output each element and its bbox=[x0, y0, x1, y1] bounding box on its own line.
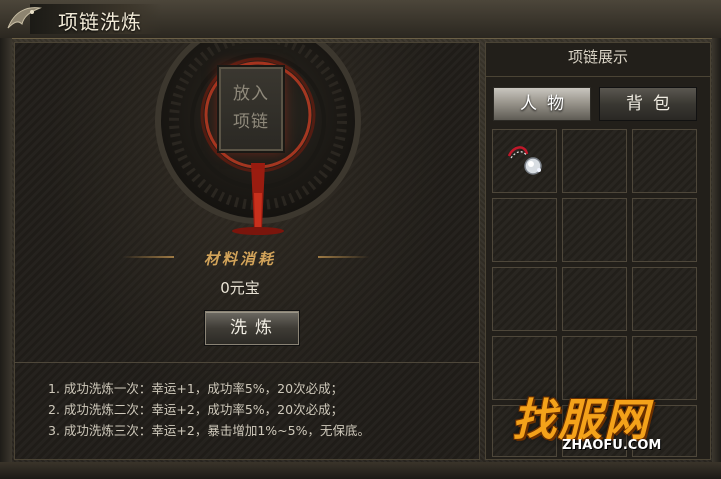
display-title: 项链展示 bbox=[567, 48, 628, 66]
refine-button[interactable]: 洗炼 bbox=[205, 311, 299, 345]
cost-value: 0元宝 bbox=[220, 279, 260, 297]
inventory-slot[interactable] bbox=[492, 129, 557, 193]
inventory-slot[interactable] bbox=[492, 198, 557, 262]
inventory-slot[interactable] bbox=[632, 267, 697, 331]
rule-item: 2. 成功洗炼二次：幸运+2，成功率5%，20次必成； bbox=[48, 402, 344, 417]
watermark-sub-text: ZHAOFU.COM bbox=[562, 438, 662, 453]
slot-text-line1: 放入 bbox=[233, 84, 269, 104]
display-title-divider bbox=[486, 76, 710, 77]
inventory-slot[interactable] bbox=[632, 198, 697, 262]
rule-item: 1. 成功洗炼一次：幸运+1，成功率5%，20次必成； bbox=[48, 381, 344, 396]
inventory-slot[interactable] bbox=[632, 129, 697, 193]
dragon-ornament-icon bbox=[7, 7, 42, 29]
rule-item: 3. 成功洗炼三次：幸运+2，暴击增加1%~5%，无保底。 bbox=[48, 423, 370, 438]
bottom-frame bbox=[0, 462, 721, 479]
slot-text-line2: 项链 bbox=[233, 112, 269, 132]
inventory-slot[interactable] bbox=[492, 267, 557, 331]
necklace-input-slot[interactable]: 放入 项链 bbox=[219, 67, 283, 151]
necklace-icon[interactable] bbox=[503, 142, 549, 182]
panel-divider bbox=[14, 362, 480, 363]
rules-list: 1. 成功洗炼一次：幸运+1，成功率5%，20次必成； 2. 成功洗炼二次：幸运… bbox=[48, 378, 478, 441]
tab-character[interactable]: 人物 bbox=[493, 87, 591, 121]
title-bar[interactable]: 项链洗炼 bbox=[0, 0, 721, 39]
window-title: 项链洗炼 bbox=[58, 10, 142, 34]
inventory-slot[interactable] bbox=[562, 129, 627, 193]
tab-bag[interactable]: 背包 bbox=[599, 87, 697, 121]
right-frame-edge bbox=[712, 38, 721, 462]
watermark-logo: 找服网 ZHAOFU.COM bbox=[512, 384, 712, 464]
inventory-slot[interactable] bbox=[562, 198, 627, 262]
inventory-slot[interactable] bbox=[562, 267, 627, 331]
material-cost-label: 材料消耗 bbox=[203, 250, 276, 268]
